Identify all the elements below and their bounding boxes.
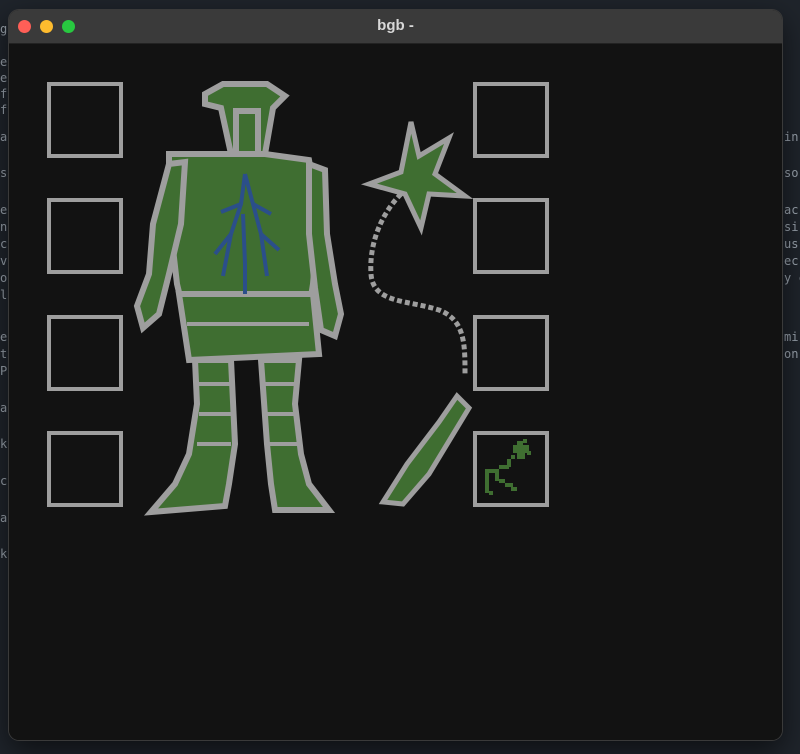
armored-character-sprite	[133, 81, 474, 516]
terminal-text: ac	[784, 203, 799, 217]
terminal-text: e	[0, 330, 8, 344]
window-title: bgb -	[377, 17, 414, 34]
terminal-text: ec	[784, 254, 799, 268]
terminal-text: so	[784, 166, 799, 180]
terminal-text: t	[0, 347, 8, 361]
title-bar[interactable]: bgb -	[9, 10, 782, 44]
emulator-window: bgb -	[9, 10, 782, 740]
terminal-text: si	[784, 220, 799, 234]
terminal-text: g	[0, 22, 8, 36]
terminal-text: e	[0, 203, 8, 217]
terminal-text: a	[0, 130, 8, 144]
terminal-text: in	[784, 130, 799, 144]
terminal-text: y c	[784, 271, 800, 285]
terminal-text: on	[784, 347, 799, 361]
terminal-text: mi	[784, 330, 799, 344]
game-screen[interactable]	[9, 44, 782, 740]
terminal-text: s	[0, 166, 8, 180]
terminal-text: us	[784, 237, 799, 251]
